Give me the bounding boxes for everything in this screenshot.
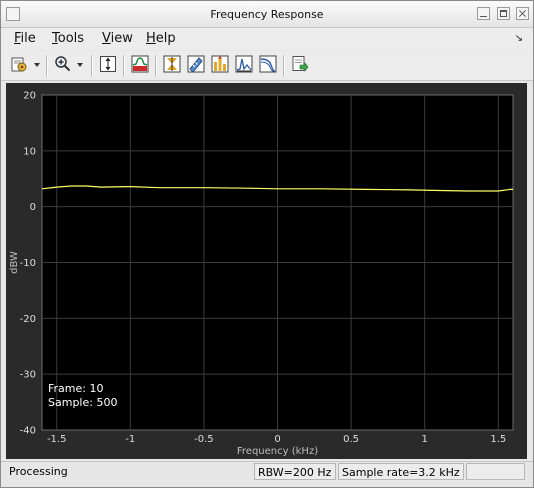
y-tick-label: 20: [23, 91, 36, 102]
peak-finder-icon[interactable]: [211, 55, 229, 73]
x-tick-label: 1.5: [490, 434, 506, 445]
rbw-readout: RBW=200 Hz: [254, 463, 336, 480]
toolbar-separator: [46, 55, 48, 77]
toolbar: [1, 51, 533, 81]
x-tick-label: 0: [274, 434, 280, 445]
dock-arrow-icon[interactable]: ↘: [515, 33, 523, 44]
measure-icon[interactable]: [187, 55, 205, 73]
data-cursor-icon[interactable]: [163, 55, 181, 73]
autoscale-icon[interactable]: [99, 55, 117, 73]
spectrum-plot[interactable]: -1.5 -1 -0.5 0 0.5 1 1.5 20 10 0 -10 -20 -30 -40 Frequ…: [6, 83, 527, 459]
x-tick-label: -1: [125, 434, 135, 445]
menu-help-label: elp: [155, 31, 176, 46]
window-title: Frequency Response: [210, 8, 324, 21]
status-empty-cell: [466, 463, 525, 480]
sample-rate-readout: Sample rate=3.2 kHz: [338, 463, 464, 480]
menu-file[interactable]: File: [14, 31, 36, 46]
menu-bar: File Tools View Help ↘: [1, 28, 533, 50]
y-tick-label: -40: [20, 426, 36, 437]
x-tick-label: -1.5: [47, 434, 67, 445]
toolbar-separator: [283, 55, 285, 77]
minimize-icon[interactable]: [477, 7, 490, 20]
menu-tools-label: ools: [57, 31, 85, 46]
y-tick-label: -30: [20, 370, 36, 381]
y-tick-label: -10: [20, 258, 36, 269]
menu-help-mnemonic: H: [146, 31, 156, 46]
application-window: Frequency Response File Tools View Help …: [0, 0, 534, 488]
zoom-in-icon[interactable]: [54, 55, 72, 73]
menu-help[interactable]: Help: [146, 31, 176, 46]
y-tick-label: -20: [20, 314, 36, 325]
title-bar[interactable]: Frequency Response: [1, 1, 533, 28]
spectrum-icon[interactable]: [131, 55, 149, 73]
frame-label: Frame: 10: [48, 382, 103, 395]
sample-label: Sample: 500: [48, 396, 117, 409]
x-tick-label: 0.5: [343, 434, 359, 445]
x-axis-label: Frequency (kHz): [237, 446, 318, 457]
menu-tools[interactable]: Tools: [52, 31, 84, 46]
toolbar-separator: [123, 55, 125, 77]
spectrum-plot-panel[interactable]: -1.5 -1 -0.5 0 0.5 1 1.5 20 10 0 -10 -20 -30 -40 Frequ…: [6, 83, 527, 459]
menu-view[interactable]: View: [102, 31, 133, 46]
y-tick-label: 10: [23, 146, 36, 157]
status-bar: Processing RBW=200 Hz Sample rate=3.2 kH…: [1, 461, 533, 487]
zoom-dropdown-icon[interactable]: [77, 63, 83, 67]
close-icon[interactable]: [516, 7, 529, 20]
print-settings-icon[interactable]: [10, 55, 28, 73]
x-tick-label: 1: [422, 434, 428, 445]
y-axis-label: dBW: [9, 251, 20, 274]
channel-measurements-icon[interactable]: [259, 55, 277, 73]
toolbar-separator: [91, 55, 93, 77]
x-tick-label: -0.5: [194, 434, 214, 445]
toolbar-separator: [155, 55, 157, 77]
cursor-measurements-icon[interactable]: [235, 55, 253, 73]
y-tick-label: 0: [30, 202, 36, 213]
maximize-icon[interactable]: [497, 7, 510, 20]
menu-file-label: ile: [20, 31, 36, 46]
print-dropdown-icon[interactable]: [34, 63, 40, 67]
status-message: Processing: [9, 465, 68, 478]
menu-view-mnemonic: V: [102, 31, 111, 46]
export-icon[interactable]: [291, 55, 309, 73]
menu-view-label: iew: [110, 31, 133, 46]
